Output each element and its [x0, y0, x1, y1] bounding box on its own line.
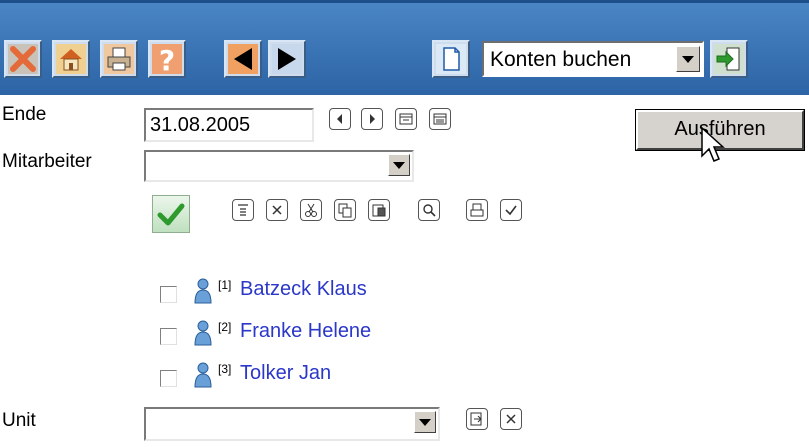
- unit-label: Unit: [2, 410, 36, 431]
- close-icon: [272, 205, 282, 215]
- document-icon: [436, 44, 466, 74]
- unit-apply-button[interactable]: [466, 408, 488, 430]
- print-icon: [104, 44, 134, 74]
- unit-clear-button[interactable]: [500, 408, 522, 430]
- chevron-down-icon[interactable]: [414, 411, 436, 433]
- list-top-icon: [238, 204, 248, 216]
- toolbar: ? Konten buchen: [0, 0, 809, 95]
- forward-button[interactable]: [268, 40, 306, 78]
- person-icon: [194, 362, 212, 388]
- employee-link[interactable]: Batzeck Klaus: [240, 278, 367, 301]
- go-icon: [714, 44, 744, 74]
- employee-checkbox[interactable]: [160, 328, 177, 345]
- home-icon: [56, 44, 86, 74]
- employee-checkbox[interactable]: [160, 286, 177, 303]
- apply-icon: [470, 412, 482, 426]
- person-icon: [194, 278, 212, 304]
- chevron-down-icon[interactable]: [676, 46, 700, 72]
- person-icon: [194, 320, 212, 346]
- approve-button[interactable]: [500, 199, 522, 221]
- ende-label: Ende: [2, 104, 47, 125]
- checkmark-icon: [157, 203, 185, 226]
- forward-arrow-icon: [272, 44, 302, 74]
- move-top-button[interactable]: [232, 199, 254, 221]
- mode-select[interactable]: Konten buchen: [482, 41, 704, 77]
- delete-button[interactable]: [266, 199, 288, 221]
- help-icon: ?: [152, 44, 182, 74]
- mode-select-value: Konten buchen: [490, 48, 632, 71]
- mitarbeiter-select[interactable]: [144, 150, 414, 182]
- close-icon: [506, 414, 516, 424]
- copy-button[interactable]: [334, 199, 356, 221]
- scissors-icon: [305, 203, 317, 217]
- cut-button[interactable]: [300, 199, 322, 221]
- arrow-left-icon: [337, 114, 342, 124]
- document-button[interactable]: [432, 40, 470, 78]
- confirm-button[interactable]: [152, 195, 190, 233]
- print-icon: [470, 203, 484, 217]
- svg-text:?: ?: [159, 44, 175, 74]
- next-date-button[interactable]: [361, 108, 383, 130]
- checkmark-icon: [505, 205, 517, 216]
- close-button[interactable]: [4, 40, 42, 78]
- go-button[interactable]: [710, 40, 748, 78]
- print-list-button[interactable]: [466, 199, 488, 221]
- calendar-button[interactable]: [395, 108, 417, 130]
- employee-link[interactable]: Tolker Jan: [240, 362, 331, 385]
- back-arrow-icon: [228, 44, 258, 74]
- calendar-icon: [433, 113, 447, 125]
- search-icon: [423, 204, 436, 217]
- employee-link[interactable]: Franke Helene: [240, 320, 371, 343]
- mouse-cursor-icon: [701, 126, 725, 162]
- ende-date-input[interactable]: 31.08.2005: [144, 108, 314, 142]
- close-icon: [8, 44, 38, 74]
- copy-icon: [338, 203, 352, 218]
- employee-checkbox[interactable]: [160, 370, 177, 387]
- calendar-icon: [399, 113, 413, 125]
- prev-date-button[interactable]: [329, 108, 351, 130]
- paste-button[interactable]: [368, 199, 390, 221]
- help-button[interactable]: ?: [148, 40, 186, 78]
- paste-icon: [372, 204, 386, 217]
- back-button[interactable]: [224, 40, 262, 78]
- home-button[interactable]: [52, 40, 90, 78]
- search-button[interactable]: [418, 199, 440, 221]
- unit-select[interactable]: [144, 407, 440, 441]
- chevron-down-icon[interactable]: [388, 154, 410, 176]
- calendar-range-button[interactable]: [429, 108, 451, 130]
- print-button[interactable]: [100, 40, 138, 78]
- arrow-right-icon: [370, 114, 375, 124]
- mitarbeiter-label: Mitarbeiter: [2, 151, 92, 172]
